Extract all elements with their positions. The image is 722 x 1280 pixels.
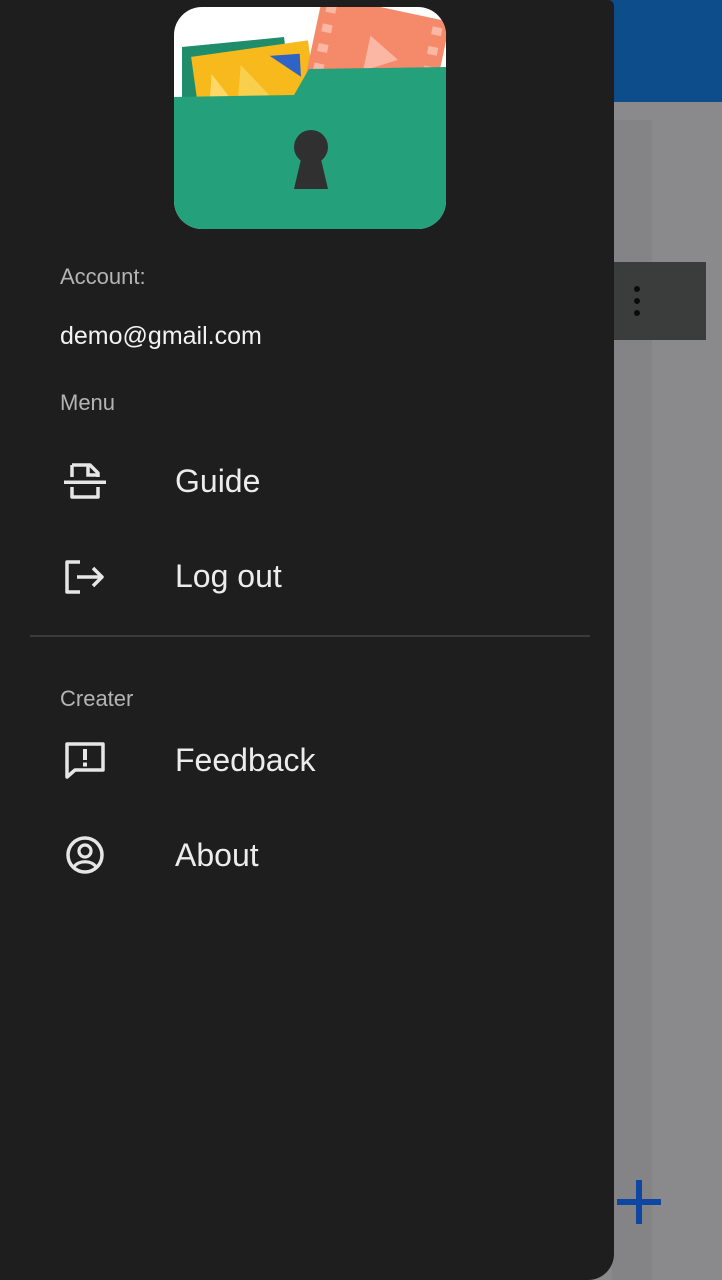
add-fab-button xyxy=(612,1168,672,1228)
menu-item-feedback[interactable]: Feedback xyxy=(0,720,614,800)
menu-item-about[interactable]: About xyxy=(0,815,614,895)
menu-section-label: Menu xyxy=(60,390,116,415)
account-email: demo@gmail.com xyxy=(60,322,262,350)
drawer-divider xyxy=(30,635,590,637)
account-section-label: Account: xyxy=(60,264,146,289)
more-options-icon xyxy=(627,286,647,316)
menu-item-logout[interactable]: Log out xyxy=(0,536,614,616)
feedback-icon xyxy=(62,740,108,780)
logout-icon xyxy=(62,556,108,596)
creator-section-label: Creater xyxy=(60,686,134,711)
menu-item-label: About xyxy=(175,837,259,873)
menu-item-label: Guide xyxy=(175,463,261,499)
menu-item-guide[interactable]: Guide xyxy=(0,441,614,521)
app-logo xyxy=(174,7,446,229)
account-circle-icon xyxy=(62,835,108,875)
navigation-drawer: Account: demo@gmail.com Menu Guide Log o… xyxy=(0,0,614,1280)
document-scan-icon xyxy=(62,461,108,501)
plus-icon xyxy=(617,1180,661,1224)
menu-item-label: Feedback xyxy=(175,742,316,778)
menu-item-label: Log out xyxy=(175,558,282,594)
